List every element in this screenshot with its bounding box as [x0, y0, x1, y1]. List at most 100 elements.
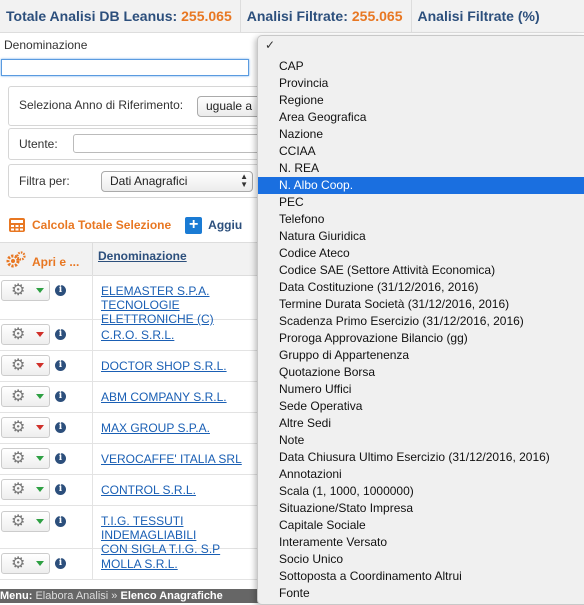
dropdown-option-label: CAP	[279, 59, 304, 73]
dropdown-option[interactable]: N. REA	[258, 160, 584, 177]
dropdown-option[interactable]: Codice SAE (Settore Attività Economica)	[258, 262, 584, 279]
total-analisi-value: 255.065	[181, 8, 232, 24]
info-icon[interactable]: i	[55, 285, 66, 296]
info-icon[interactable]: i	[55, 391, 66, 402]
info-icon[interactable]: i	[55, 422, 66, 433]
dropdown-option-label: CCIAA	[279, 144, 316, 158]
dropdown-option-label: Sottoposta a Coordinamento Altrui	[279, 569, 462, 583]
dropdown-option[interactable]: Situazione/Stato Impresa	[258, 500, 584, 517]
dropdown-option[interactable]: Annotazioni	[258, 466, 584, 483]
dropdown-option[interactable]: Sottoposta a Coordinamento Altrui	[258, 568, 584, 585]
aggiungi-button[interactable]: Aggiu	[208, 218, 242, 232]
row-actions-button[interactable]: ⚙	[1, 280, 50, 301]
dropdown-option[interactable]: Regione	[258, 92, 584, 109]
dropdown-option-label: Sede Operativa	[279, 399, 363, 413]
dropdown-option-label: Note	[279, 433, 305, 447]
chevron-down-icon	[36, 561, 44, 566]
company-link[interactable]: MAX GROUP S.P.A.	[101, 421, 210, 435]
dropdown-option[interactable]: Data Costituzione (31/12/2016, 2016)	[258, 279, 584, 296]
filtra-per-dropdown[interactable]: ✓ CAP Provincia Regione Area Geografica Nazi…	[257, 35, 584, 605]
column-divider	[92, 475, 93, 505]
dropdown-option[interactable]: Socio Unico	[258, 551, 584, 568]
table-row: ⚙ i MOLLA S.R.L.	[0, 549, 260, 580]
dropdown-option[interactable]: Scadenza Primo Esercizio (31/12/2016, 20…	[258, 313, 584, 330]
dropdown-option[interactable]: N. Albo Coop.	[258, 177, 584, 194]
dropdown-option[interactable]: Note	[258, 432, 584, 449]
company-link[interactable]: CONTROL S.R.L.	[101, 483, 196, 497]
calcola-totale-button[interactable]: Calcola Totale Selezione	[32, 218, 171, 232]
calculator-icon[interactable]	[9, 218, 25, 232]
dropdown-option-label: Telefono	[279, 212, 325, 226]
dropdown-option[interactable]: Fonte	[258, 585, 584, 602]
table-row: ⚙ i DOCTOR SHOP S.R.L.	[0, 351, 260, 382]
chevron-down-icon	[36, 425, 44, 430]
dropdown-option[interactable]: Natura Giuridica	[258, 228, 584, 245]
gears-icon	[5, 251, 27, 274]
analisi-filtrate-label: Analisi Filtrate:	[246, 8, 348, 24]
filtra-per-select[interactable]: Dati Anagrafici ▲ ▼	[101, 171, 253, 192]
company-link[interactable]: C.R.O. S.R.L.	[101, 328, 174, 342]
dropdown-option[interactable]: CAP	[258, 58, 584, 75]
dropdown-option-label: Situazione/Stato Impresa	[279, 501, 414, 515]
column-divider	[92, 382, 93, 412]
analisi-filtrate-value: 255.065	[351, 8, 403, 24]
gear-icon: ⚙	[11, 450, 26, 467]
info-icon[interactable]: i	[55, 329, 66, 340]
plus-icon[interactable]: +	[185, 216, 203, 234]
company-link[interactable]: VEROCAFFE' ITALIA SRL	[101, 452, 242, 466]
dropdown-option-label: Termine Durata Società (31/12/2016, 2016…	[279, 297, 510, 311]
row-actions-button[interactable]: ⚙	[1, 355, 50, 376]
row-actions-button[interactable]: ⚙	[1, 448, 50, 469]
row-actions-button[interactable]: ⚙	[1, 324, 50, 345]
row-actions-button[interactable]: ⚙	[1, 479, 50, 500]
row-actions-button[interactable]: ⚙	[1, 511, 50, 532]
breadcrumb-item-elabora[interactable]: Elabora Analisi	[35, 590, 108, 602]
row-actions-button[interactable]: ⚙	[1, 386, 50, 407]
row-actions-button[interactable]: ⚙	[1, 417, 50, 438]
dropdown-option-label: PEC	[279, 195, 304, 209]
dropdown-option[interactable]: Telefono	[258, 211, 584, 228]
dropdown-option[interactable]: Data Chiusura Ultimo Esercizio (31/12/20…	[258, 449, 584, 466]
company-link[interactable]: MOLLA S.R.L.	[101, 557, 178, 571]
gear-icon: ⚙	[11, 555, 26, 572]
dropdown-option[interactable]: Termine Durata Società (31/12/2016, 2016…	[258, 296, 584, 313]
dropdown-option-label: Codice Ateco	[279, 246, 350, 260]
total-analisi-label: Totale Analisi DB Leanus:	[6, 8, 178, 24]
row-actions-button[interactable]: ⚙	[1, 553, 50, 574]
dropdown-option-label: Data Chiusura Ultimo Esercizio (31/12/20…	[279, 450, 550, 464]
dropdown-option[interactable]: Interamente Versato	[258, 534, 584, 551]
dropdown-option-label: Codice SAE (Settore Attività Economica)	[279, 263, 496, 277]
info-icon[interactable]: i	[55, 453, 66, 464]
dropdown-option[interactable]: Proroga Approvazione Bilancio (gg)	[258, 330, 584, 347]
dropdown-option[interactable]: Quotazione Borsa	[258, 364, 584, 381]
chevron-down-icon	[36, 363, 44, 368]
dropdown-option[interactable]: Capitale Sociale	[258, 517, 584, 534]
dropdown-option[interactable]: Provincia	[258, 75, 584, 92]
denominazione-label: Denominazione	[4, 38, 88, 52]
denominazione-input[interactable]	[1, 59, 249, 76]
info-icon[interactable]: i	[55, 516, 66, 527]
table-header: Apri e ... Denominazione	[0, 242, 260, 276]
company-link[interactable]: ABM COMPANY S.R.L.	[101, 390, 227, 404]
col-denominazione-header[interactable]: Denominazione	[98, 249, 187, 263]
col-actions-header[interactable]: Apri e ...	[32, 255, 79, 269]
dropdown-option[interactable]: PEC	[258, 194, 584, 211]
dropdown-option[interactable]: Scala (1, 1000, 1000000)	[258, 483, 584, 500]
table-row: ⚙ i CONTROL S.R.L.	[0, 475, 260, 506]
info-icon[interactable]: i	[55, 360, 66, 371]
gear-icon: ⚙	[11, 326, 26, 343]
dropdown-option-label: N. REA	[279, 161, 320, 175]
dropdown-option[interactable]: Codice Ateco	[258, 245, 584, 262]
utente-input[interactable]	[73, 134, 271, 153]
dropdown-option[interactable]: Gruppo di Appartenenza	[258, 347, 584, 364]
dropdown-option[interactable]: Area Geografica	[258, 109, 584, 126]
dropdown-option[interactable]: Altre Sedi	[258, 415, 584, 432]
company-link[interactable]: DOCTOR SHOP S.R.L.	[101, 359, 227, 373]
dropdown-option[interactable]: Sede Operativa	[258, 398, 584, 415]
dropdown-option-label: N. Albo Coop.	[279, 178, 354, 192]
dropdown-option[interactable]: Nazione	[258, 126, 584, 143]
dropdown-option[interactable]: CCIAA	[258, 143, 584, 160]
info-icon[interactable]: i	[55, 558, 66, 569]
dropdown-option[interactable]: Numero Uffici	[258, 381, 584, 398]
info-icon[interactable]: i	[55, 484, 66, 495]
